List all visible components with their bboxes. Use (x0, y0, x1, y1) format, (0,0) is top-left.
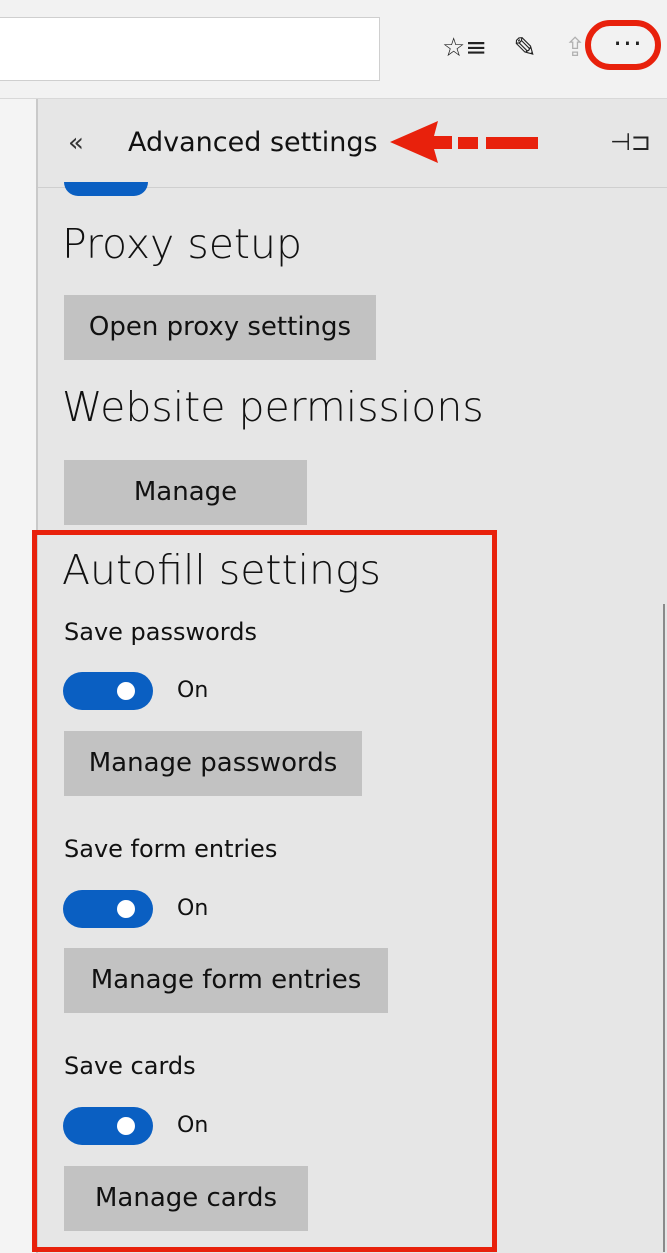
pen-icon[interactable]: ✎ (508, 30, 542, 66)
panel-header: « Advanced settings ⊣⊐ (38, 99, 667, 188)
manage-cards-button[interactable]: Manage cards (64, 1166, 308, 1231)
toggle-knob (117, 900, 135, 918)
save-passwords-state: On (177, 678, 209, 703)
annotation-arrow-icon (390, 121, 538, 163)
autofill-heading: Autofill settings (62, 546, 381, 594)
save-passwords-label: Save passwords (64, 618, 257, 646)
toggle-knob (117, 1117, 135, 1135)
save-cards-label: Save cards (64, 1052, 196, 1080)
manage-permissions-button[interactable]: Manage (64, 460, 307, 525)
proxy-heading: Proxy setup (62, 220, 303, 268)
address-bar[interactable] (0, 17, 380, 81)
save-form-entries-state: On (177, 896, 209, 921)
save-cards-toggle[interactable] (63, 1107, 153, 1145)
scrollbar[interactable] (663, 604, 665, 1252)
double-chevron-left-icon[interactable]: « (68, 125, 84, 161)
panel-title: Advanced settings (128, 127, 378, 158)
manage-form-entries-button[interactable]: Manage form entries (64, 948, 388, 1013)
save-cards-state: On (177, 1113, 209, 1138)
settings-panel: « Advanced settings ⊣⊐ Proxy setup Open … (32, 99, 667, 1253)
more-icon[interactable]: ··· (596, 26, 660, 62)
open-proxy-settings-button[interactable]: Open proxy settings (64, 295, 376, 360)
permissions-heading: Website permissions (62, 383, 484, 431)
save-form-entries-toggle[interactable] (63, 890, 153, 928)
favorites-list-icon[interactable]: ☆≡ (442, 30, 487, 66)
toggle-knob (117, 682, 135, 700)
toggle-partial[interactable] (64, 182, 148, 196)
share-icon[interactable]: ⇪ (560, 30, 590, 66)
manage-passwords-button[interactable]: Manage passwords (64, 731, 362, 796)
page-background (0, 99, 38, 1253)
pin-icon[interactable]: ⊣⊐ (610, 127, 651, 157)
save-form-entries-label: Save form entries (64, 835, 278, 863)
save-passwords-toggle[interactable] (63, 672, 153, 710)
browser-toolbar: ☆≡ ✎ ⇪ ··· (0, 0, 667, 99)
